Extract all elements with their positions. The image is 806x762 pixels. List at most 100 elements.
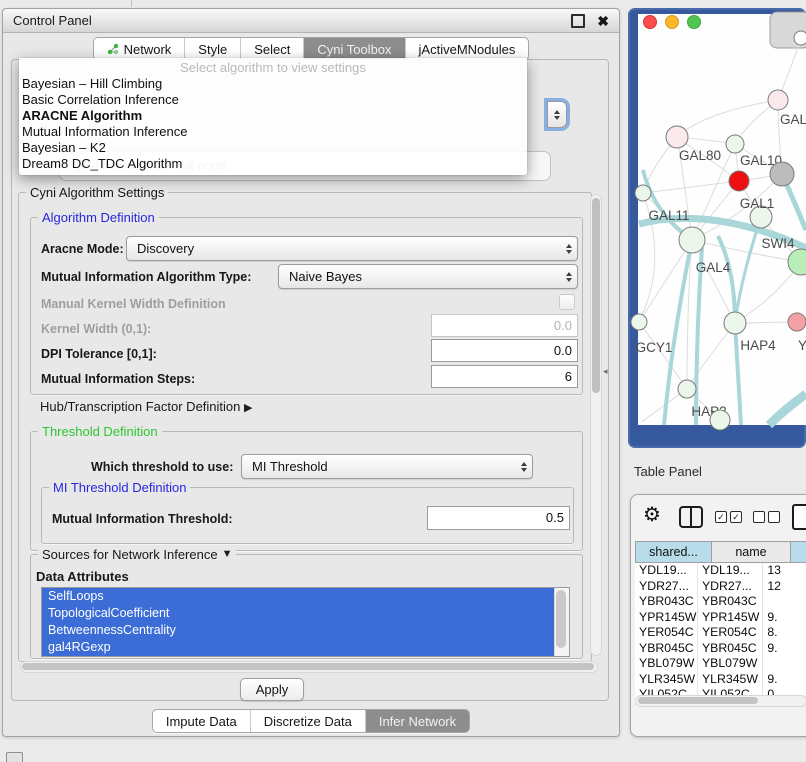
focused-combo-edge[interactable] [547, 101, 567, 128]
select-all-rows-icon[interactable]: ✓ ✓ [715, 511, 742, 523]
settings-vertical-scrollbar[interactable] [590, 194, 602, 656]
split-columns-icon[interactable] [679, 506, 703, 528]
table-horizontal-scrollbar[interactable] [635, 695, 806, 707]
mac-minimize-icon[interactable] [666, 16, 679, 29]
tab-jactivemnodules[interactable]: jActiveMNodules [405, 38, 529, 60]
control-panel-title: Control Panel [13, 13, 92, 28]
dropdown-item-bayesian-k2[interactable]: Bayesian – K2 [19, 140, 527, 156]
close-icon[interactable]: ✖ [597, 14, 609, 28]
table-cell[interactable]: 9. [763, 610, 806, 626]
tab-label: jActiveMNodules [419, 42, 516, 57]
column-header-name[interactable]: name [712, 542, 791, 563]
dropdown-item-basic-correlation-inference[interactable]: Basic Correlation Inference [19, 92, 527, 108]
dropdown-item-bayesian-hill-climbing[interactable]: Bayesian – Hill Climbing [19, 76, 527, 92]
network-node-hap4[interactable] [724, 312, 746, 334]
network-node[interactable] [794, 31, 806, 45]
dpi-tolerance-field[interactable]: 0.0 [431, 339, 578, 362]
cyni-algorithm-settings-title: Cyni Algorithm Settings [26, 185, 168, 200]
network-node-hap2[interactable] [678, 380, 696, 398]
attribute-item-betweennesscentrality[interactable]: BetweennessCentrality [42, 622, 569, 639]
network-node-gal4[interactable] [679, 227, 705, 253]
mi-steps-field[interactable]: 6 [431, 365, 578, 388]
hub-definition-toggle[interactable]: Hub/Transcription Factor Definition ▶ [40, 399, 252, 414]
settings-horizontal-scrollbar[interactable] [20, 661, 598, 673]
table-cell[interactable]: YPR145W [698, 610, 763, 626]
table-cell[interactable]: 12 [763, 579, 806, 595]
settings-horizontal-scrollbar-thumb[interactable] [22, 663, 594, 670]
network-canvas[interactable]: GALGAL80GAL10GAL1GAL11GAL4SWI4GCY1HAP4YH… [628, 8, 806, 448]
table-cell[interactable]: 13 [763, 563, 806, 579]
tab-style[interactable]: Style [184, 38, 240, 60]
table-cell[interactable]: 8. [763, 625, 806, 641]
dropdown-item-dream8-dc-tdc-algorithm[interactable]: Dream8 DC_TDC Algorithm [19, 156, 527, 172]
mi-threshold-definition-group: MI Threshold Definition Mutual Informati… [41, 487, 574, 544]
table-cell[interactable]: YBR045C [635, 641, 698, 657]
table-row: YBL079WYBL079W [635, 656, 806, 672]
table-horizontal-scrollbar-thumb[interactable] [638, 697, 758, 704]
table-cell[interactable]: YER054C [698, 625, 763, 641]
table-cell[interactable] [763, 594, 806, 610]
table-cell[interactable]: YBL079W [698, 656, 763, 672]
table-cell[interactable]: YDL19... [635, 563, 698, 579]
mac-zoom-icon[interactable] [688, 16, 701, 29]
dropdown-item-mutual-information-inference[interactable]: Mutual Information Inference [19, 124, 527, 140]
network-node[interactable] [710, 410, 730, 430]
deselect-all-rows-icon[interactable] [753, 511, 780, 523]
tab-discretize-data[interactable]: Discretize Data [250, 710, 365, 732]
docked-window-icon[interactable] [6, 752, 23, 762]
panel-splitter-collapse-icon[interactable]: ◂ [603, 366, 608, 377]
manual-kernel-width-checkbox[interactable] [559, 294, 575, 310]
network-node-gal[interactable] [768, 90, 788, 110]
node-label-gal80: GAL80 [679, 148, 721, 163]
network-node-gcy1[interactable] [631, 314, 647, 330]
tab-network[interactable]: Network [94, 38, 185, 60]
float-window-icon[interactable] [571, 14, 585, 28]
tab-infer-network[interactable]: Infer Network [365, 710, 469, 732]
network-node-y[interactable] [788, 313, 806, 331]
document-icon[interactable] [792, 504, 806, 530]
mac-close-icon[interactable] [644, 16, 657, 29]
table-cell[interactable]: 9. [763, 672, 806, 688]
table-cell[interactable]: YLR345W [698, 672, 763, 688]
aracne-mode-select[interactable]: Discovery [126, 236, 578, 261]
network-node[interactable] [729, 171, 749, 191]
mi-algorithm-type-select[interactable]: Naive Bayes [278, 264, 578, 289]
table-cell[interactable]: YDR27... [698, 579, 763, 595]
table-cell[interactable]: YBR043C [635, 594, 698, 610]
table-cell[interactable]: YBL079W [635, 656, 698, 672]
table-cell[interactable]: YBR045C [698, 641, 763, 657]
table-cell[interactable] [763, 656, 806, 672]
expand-right-icon[interactable]: ▶ [244, 402, 252, 414]
data-attributes-list[interactable]: SelfLoopsTopologicalCoefficientBetweenne… [41, 587, 570, 657]
attribute-item-topologicalcoefficient[interactable]: TopologicalCoefficient [42, 605, 569, 622]
tab-cyni-toolbox[interactable]: Cyni Toolbox [303, 38, 404, 60]
table-cell[interactable]: YDL19... [698, 563, 763, 579]
network-node-gal11[interactable] [635, 185, 651, 201]
dropdown-item-aracne-algorithm[interactable]: ARACNE Algorithm [19, 108, 527, 124]
table-cell[interactable]: YPR145W [635, 610, 698, 626]
table-cell[interactable]: YDR27... [635, 579, 698, 595]
attributes-scrollbar-thumb[interactable] [556, 590, 566, 648]
network-node[interactable] [770, 162, 794, 186]
apply-button[interactable]: Apply [240, 678, 304, 701]
network-view-window[interactable]: GALGAL80GAL10GAL1GAL11GAL4SWI4GCY1HAP4YH… [628, 8, 806, 448]
network-node-gal80[interactable] [666, 126, 688, 148]
network-node-gal10[interactable] [726, 135, 744, 153]
tab-impute-data[interactable]: Impute Data [153, 710, 250, 732]
table-cell[interactable]: YLR345W [635, 672, 698, 688]
collapse-down-icon[interactable]: ▼ [222, 547, 233, 562]
table-cell[interactable]: 9. [763, 641, 806, 657]
column-header-partial[interactable]: A [791, 542, 806, 563]
which-threshold-select[interactable]: MI Threshold [241, 454, 533, 479]
attribute-item-gal4rgexp[interactable]: gal4RGexp [42, 639, 569, 656]
mi-threshold-field[interactable]: 0.5 [427, 506, 570, 530]
tab-select[interactable]: Select [240, 38, 303, 60]
table-cell[interactable]: YER054C [635, 625, 698, 641]
column-header-shared-name[interactable]: shared... [636, 542, 712, 563]
attribute-item-selfloops[interactable]: SelfLoops [42, 588, 569, 605]
settings-vertical-scrollbar-thumb[interactable] [592, 198, 600, 393]
kernel-width-field[interactable]: 0.0 [431, 314, 578, 337]
gear-icon[interactable]: ⚙ [643, 503, 661, 527]
table-cell[interactable]: YBR043C [698, 594, 763, 610]
attributes-scrollbar[interactable] [554, 588, 569, 656]
